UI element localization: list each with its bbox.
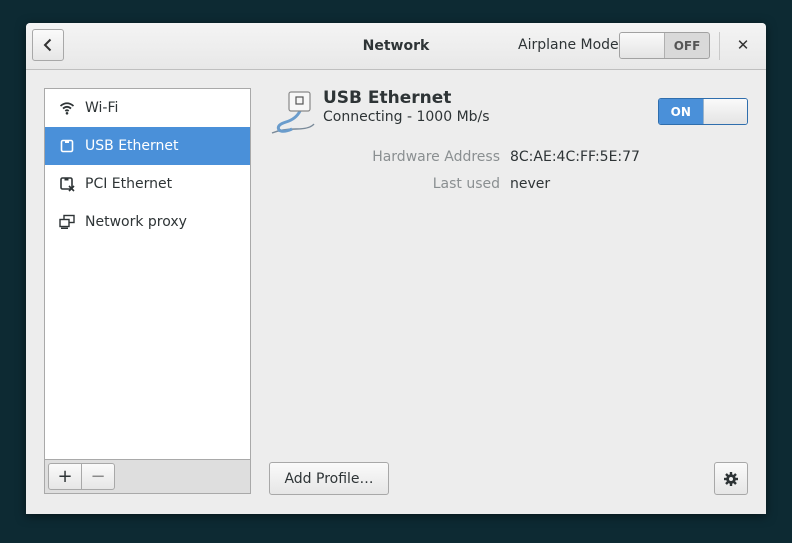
sidebar-item-pci-ethernet[interactable]: PCI Ethernet <box>45 165 250 203</box>
sidebar-item-usb-ethernet[interactable]: USB Ethernet <box>45 127 250 165</box>
detail-value: never <box>510 176 551 192</box>
device-power-state: ON <box>659 99 703 124</box>
detail-row-hardware-address: Hardware Address 8C:AE:4C:FF:5E:77 <box>306 149 746 165</box>
close-button[interactable]: ✕ <box>729 31 757 59</box>
settings-button[interactable] <box>714 462 748 495</box>
ethernet-icon <box>59 138 75 154</box>
sidebar-item-wifi[interactable]: Wi-Fi <box>45 89 250 127</box>
add-connection-button[interactable]: + <box>48 463 82 490</box>
airplane-mode-state: OFF <box>673 38 701 53</box>
detail-label: Last used <box>432 176 500 192</box>
chevron-left-icon <box>43 38 52 52</box>
gear-icon <box>724 471 738 486</box>
device-status: Connecting - 1000 Mb/s <box>323 109 490 125</box>
device-name: USB Ethernet <box>323 88 452 108</box>
close-icon: ✕ <box>736 36 750 54</box>
header-separator <box>719 32 720 60</box>
device-power-switch[interactable]: ON <box>658 98 748 125</box>
add-profile-label: Add Profile… <box>284 470 374 487</box>
plus-icon: + <box>57 466 73 487</box>
minus-icon: − <box>90 466 106 487</box>
switch-knob <box>702 99 747 124</box>
device-list-toolbar: + − <box>44 460 251 494</box>
detail-label: Hardware Address <box>372 149 500 165</box>
header-bar: Network Airplane Mode OFF ✕ <box>26 23 766 70</box>
remove-connection-button[interactable]: − <box>81 463 115 490</box>
detail-value: 8C:AE:4C:FF:5E:77 <box>510 149 640 165</box>
back-button[interactable] <box>32 29 64 61</box>
switch-knob <box>620 33 665 58</box>
sidebar-item-label: Network proxy <box>85 214 187 230</box>
airplane-mode-switch[interactable]: OFF <box>619 32 710 59</box>
sidebar-item-label: PCI Ethernet <box>85 176 173 192</box>
add-profile-button[interactable]: Add Profile… <box>269 462 389 495</box>
detail-row-last-used: Last used never <box>306 176 746 192</box>
airplane-mode-label: Airplane Mode <box>518 37 619 53</box>
usb-cable-icon <box>271 91 315 134</box>
device-list: Wi-Fi USB Ethernet PCI Ethernet Network … <box>44 88 251 460</box>
sidebar-item-label: Wi-Fi <box>85 100 119 116</box>
sidebar-item-network-proxy[interactable]: Network proxy <box>45 203 250 241</box>
ethernet-disconnected-icon <box>59 176 75 192</box>
wifi-icon <box>59 100 75 116</box>
sidebar-item-label: USB Ethernet <box>85 138 179 154</box>
network-settings-window: Network Airplane Mode OFF ✕ Wi-Fi USB Et… <box>26 23 766 514</box>
network-proxy-icon <box>59 214 75 230</box>
